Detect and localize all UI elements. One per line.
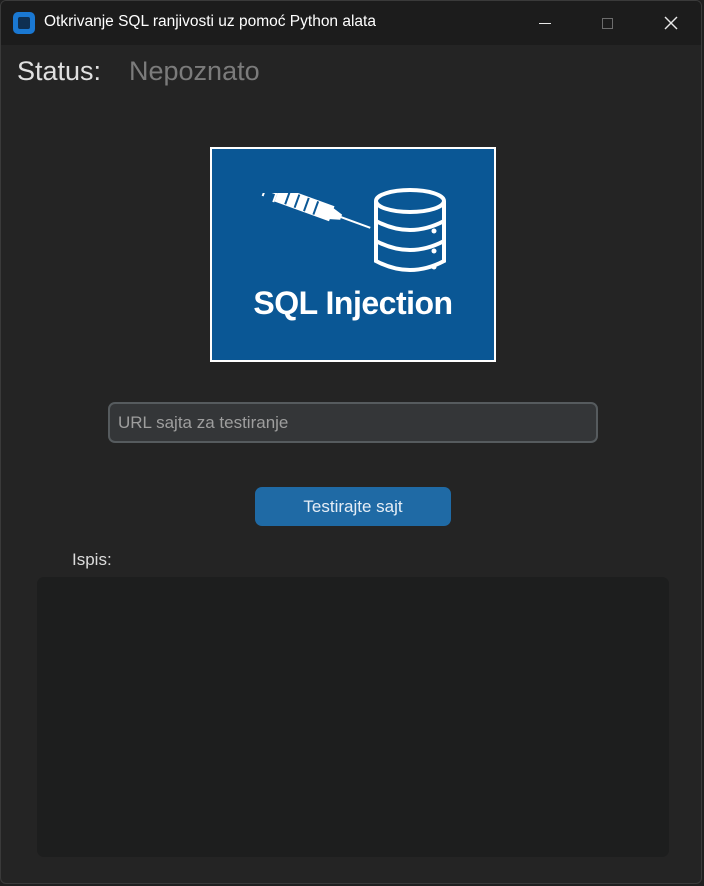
title-bar[interactable]: Otkrivanje SQL ranjivosti uz pomoć Pytho… <box>1 1 701 45</box>
url-input[interactable] <box>108 402 598 443</box>
close-button[interactable] <box>639 1 701 45</box>
window-title: Otkrivanje SQL ranjivosti uz pomoć Pytho… <box>44 13 376 30</box>
minimize-icon <box>539 22 551 24</box>
minimize-button[interactable] <box>513 1 577 45</box>
banner-text: SQL Injection <box>253 285 453 321</box>
status-label: Status: <box>17 56 102 86</box>
output-textbox[interactable] <box>37 577 669 857</box>
app-window: Otkrivanje SQL ranjivosti uz pomoć Pytho… <box>0 0 702 884</box>
database-icon <box>374 188 446 272</box>
output-label: Ispis: <box>72 550 112 569</box>
syringe-icon <box>261 193 371 229</box>
close-icon <box>664 16 678 30</box>
maximize-button[interactable] <box>575 1 639 45</box>
sql-injection-banner: SQL Injection <box>210 147 496 362</box>
test-site-button[interactable]: Testirajte sajt <box>255 487 451 526</box>
app-icon <box>13 12 35 34</box>
status-value: Nepoznato <box>129 56 260 86</box>
maximize-icon <box>601 17 613 29</box>
